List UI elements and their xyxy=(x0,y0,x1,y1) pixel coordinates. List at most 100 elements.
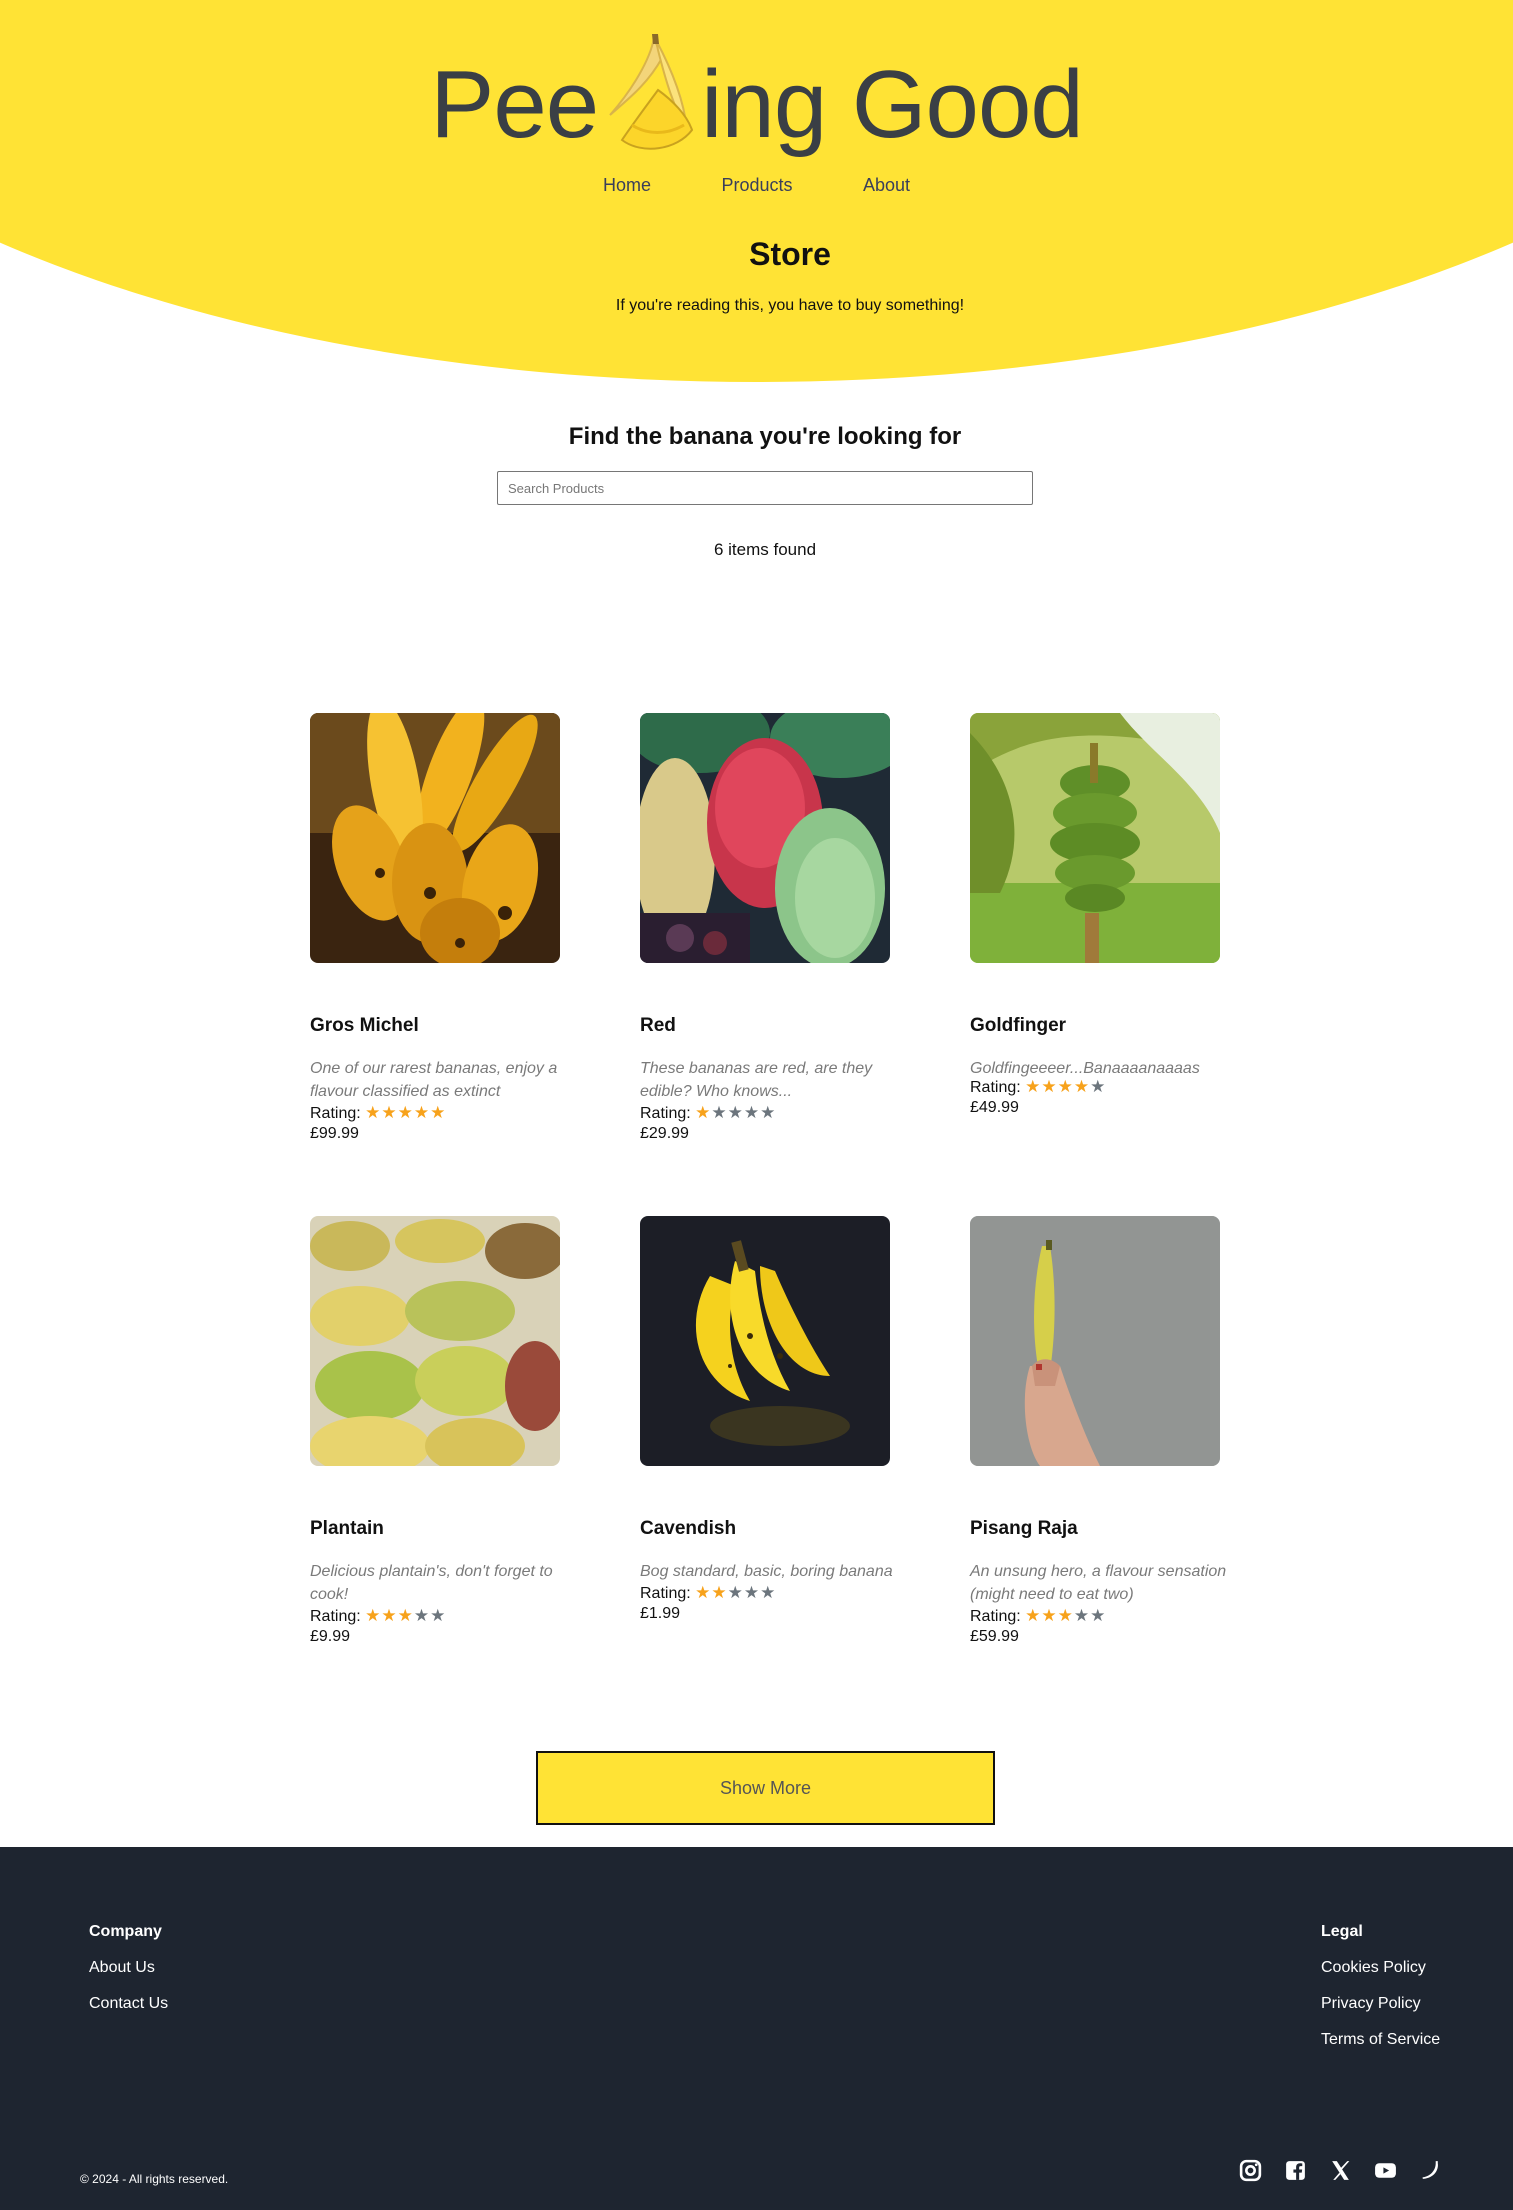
footer-link-about-us[interactable]: About Us xyxy=(89,1959,168,1977)
star-icon: ★ xyxy=(1041,1606,1058,1625)
product-name[interactable]: Gros Michel xyxy=(310,1015,570,1037)
star-icon: ★ xyxy=(1057,1606,1074,1625)
product-description: One of our rarest bananas, enjoy a flavo… xyxy=(310,1060,558,1100)
product-price: £9.99 xyxy=(310,1628,351,1645)
star-icon: ★ xyxy=(727,1583,744,1602)
product-rating: Rating: ★★★★★ xyxy=(310,1606,570,1627)
product-card[interactable]: Plantain Delicious plantain's, don't for… xyxy=(310,1216,570,1647)
social-links xyxy=(1238,2158,1443,2183)
star-icon: ★ xyxy=(727,1103,744,1122)
product-rating: Rating: ★★★★★ xyxy=(970,1606,1230,1627)
star-icon: ★ xyxy=(397,1103,414,1122)
hand-holding-banana-photo[interactable] xyxy=(970,1216,1220,1466)
nav-products[interactable]: Products xyxy=(721,175,792,196)
star-icon: ★ xyxy=(1073,1077,1091,1096)
product-price: £29.99 xyxy=(640,1125,689,1142)
footer-legal-section: Legal Cookies Policy Privacy Policy Term… xyxy=(1321,1923,1440,2049)
header: Pee ing Good Home Products About Store I… xyxy=(0,0,1513,385)
page-title: Store xyxy=(749,236,831,272)
star-icon: ★ xyxy=(1041,1077,1058,1096)
instagram-icon[interactable] xyxy=(1238,2158,1263,2183)
logo-text-left: Pee xyxy=(430,51,599,158)
footer-link-terms-of-service[interactable]: Terms of Service xyxy=(1321,2031,1440,2049)
nav-home[interactable]: Home xyxy=(603,175,651,196)
star-icon: ★ xyxy=(743,1103,761,1122)
cavendish-bananas-photo[interactable] xyxy=(640,1216,890,1466)
product-rating: Rating: ★★★★★ xyxy=(640,1103,900,1124)
product-card[interactable]: Goldfinger Goldfingeeeer...Banaaaanaaaas… xyxy=(970,713,1230,1118)
ripe-bananas-photo[interactable] xyxy=(310,713,560,963)
banana-tree-photo[interactable] xyxy=(970,713,1220,963)
product-rating: Rating: ★★★★★ xyxy=(640,1583,900,1604)
footer-company-heading: Company xyxy=(89,1923,162,1940)
star-icon: ★ xyxy=(743,1583,761,1602)
product-description: These bananas are red, are they edible? … xyxy=(640,1060,873,1100)
product-description: An unsung hero, a flavour sensation (mig… xyxy=(970,1563,1227,1603)
star-icon: ★ xyxy=(397,1606,414,1625)
product-name[interactable]: Cavendish xyxy=(640,1518,900,1540)
banana-icon[interactable] xyxy=(1418,2158,1443,2183)
star-icon: ★ xyxy=(711,1103,728,1122)
show-more-button[interactable]: Show More xyxy=(536,1751,995,1825)
star-icon: ★ xyxy=(381,1606,398,1625)
product-price: £99.99 xyxy=(310,1125,359,1142)
product-rating: Rating: ★★★★★ xyxy=(310,1103,570,1124)
product-name[interactable]: Goldfinger xyxy=(970,1015,1230,1037)
rating-label: Rating: xyxy=(970,1608,1021,1625)
footer-legal-heading: Legal xyxy=(1321,1923,1363,1940)
product-card[interactable]: Gros Michel One of our rarest bananas, e… xyxy=(310,713,570,1144)
product-name[interactable]: Plantain xyxy=(310,1518,570,1540)
results-count: 6 items found xyxy=(713,540,817,559)
star-icon: ★ xyxy=(413,1606,431,1625)
main-nav: Home Products About xyxy=(0,175,1513,196)
star-icon: ★ xyxy=(1090,1606,1107,1625)
x-icon[interactable] xyxy=(1328,2158,1353,2183)
footer: Company About Us Contact Us Legal Cookie… xyxy=(0,1847,1513,2210)
product-rating: Rating: ★★★★★ xyxy=(970,1077,1230,1098)
star-icon: ★ xyxy=(381,1103,398,1122)
star-icon: ★ xyxy=(430,1606,447,1625)
product-name[interactable]: Pisang Raja xyxy=(970,1518,1230,1540)
star-icon: ★ xyxy=(413,1103,431,1122)
rating-label: Rating: xyxy=(970,1079,1021,1096)
product-description: Bog standard, basic, boring banana xyxy=(640,1563,893,1580)
star-icon: ★ xyxy=(760,1103,777,1122)
product-price: £49.99 xyxy=(970,1099,1019,1116)
product-card[interactable]: Pisang Raja An unsung hero, a flavour se… xyxy=(970,1216,1230,1647)
product-card[interactable]: Red These bananas are red, are they edib… xyxy=(640,713,900,1144)
rating-label: Rating: xyxy=(640,1105,691,1122)
facebook-icon[interactable] xyxy=(1283,2158,1308,2183)
page-subtitle: If you're reading this, you have to buy … xyxy=(615,297,965,314)
logo-text-right: ing Good xyxy=(701,51,1084,158)
search-heading: Find the banana you're looking for xyxy=(568,423,962,450)
star-icon: ★ xyxy=(711,1583,728,1602)
star-icon: ★ xyxy=(365,1103,382,1122)
star-icon: ★ xyxy=(1025,1606,1042,1625)
banana-logo-icon xyxy=(592,30,707,160)
youtube-icon[interactable] xyxy=(1373,2158,1398,2183)
footer-company-section: Company About Us Contact Us xyxy=(89,1923,168,2013)
footer-link-privacy-policy[interactable]: Privacy Policy xyxy=(1321,1995,1440,2013)
star-icon: ★ xyxy=(1057,1077,1074,1096)
footer-link-contact-us[interactable]: Contact Us xyxy=(89,1995,168,2013)
copyright-text: © 2024 - All rights reserved. xyxy=(80,2172,229,2186)
product-price: £59.99 xyxy=(970,1628,1019,1645)
product-price: £1.99 xyxy=(640,1605,681,1622)
star-icon: ★ xyxy=(1073,1606,1091,1625)
star-icon: ★ xyxy=(695,1583,712,1602)
rating-label: Rating: xyxy=(310,1608,361,1625)
product-card[interactable]: Cavendish Bog standard, basic, boring ba… xyxy=(640,1216,900,1624)
red-bananas-photo[interactable] xyxy=(640,713,890,963)
market-bananas-photo[interactable] xyxy=(310,1216,560,1466)
footer-link-cookies-policy[interactable]: Cookies Policy xyxy=(1321,1959,1440,1977)
star-icon: ★ xyxy=(430,1103,447,1122)
search-input[interactable] xyxy=(497,471,1033,505)
nav-about[interactable]: About xyxy=(863,175,910,196)
star-icon: ★ xyxy=(1025,1077,1042,1096)
product-description: Delicious plantain's, don't forget to co… xyxy=(310,1563,553,1603)
star-icon: ★ xyxy=(365,1606,382,1625)
star-icon: ★ xyxy=(1090,1077,1107,1096)
site-logo[interactable]: Pee ing Good xyxy=(0,34,1513,170)
star-icon: ★ xyxy=(695,1103,712,1122)
product-name[interactable]: Red xyxy=(640,1015,900,1037)
